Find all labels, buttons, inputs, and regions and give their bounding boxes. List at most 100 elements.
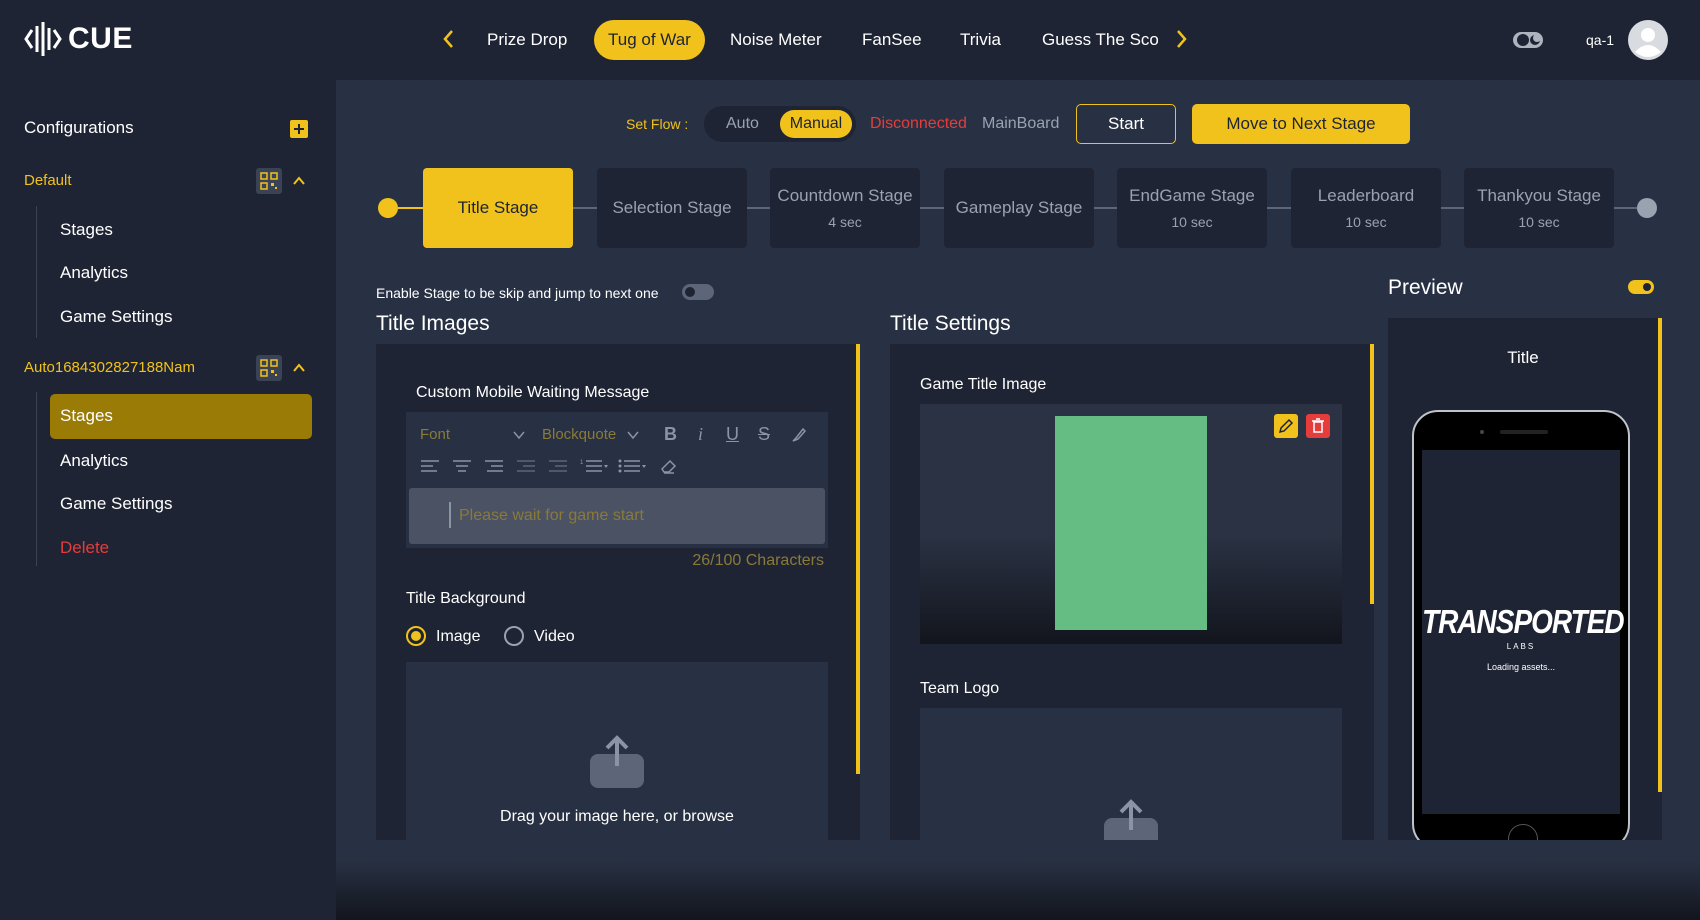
trash-icon xyxy=(1312,418,1324,433)
nav-next-button[interactable] xyxy=(1168,26,1194,52)
stage-name: Countdown Stage xyxy=(777,186,913,205)
skip-stage-label: Enable Stage to be skip and jump to next… xyxy=(376,285,659,301)
move-next-stage-button[interactable]: Move to Next Stage xyxy=(1192,104,1410,144)
underline-icon[interactable]: U xyxy=(726,424,739,445)
panel-scrollbar[interactable] xyxy=(1658,318,1662,792)
phone-home-button xyxy=(1508,824,1538,840)
tab-fansee[interactable]: FanSee xyxy=(862,20,922,60)
stage-selection[interactable]: Selection Stage xyxy=(597,168,747,248)
preview-panel: Title TRANSPORTED LABS Loading assets... xyxy=(1388,318,1662,840)
tree-line xyxy=(36,392,37,566)
radio-image[interactable] xyxy=(406,626,426,646)
stage-leaderboard[interactable]: Leaderboard 10 sec xyxy=(1291,168,1441,248)
sidebar-item-game-settings[interactable]: Game Settings xyxy=(60,307,172,327)
stage-endgame[interactable]: EndGame Stage 10 sec xyxy=(1117,168,1267,248)
sidebar-item-stages[interactable]: Stages xyxy=(60,220,113,240)
app-logo[interactable]: CUE xyxy=(24,20,133,58)
stage-thankyou[interactable]: Thankyou Stage 10 sec xyxy=(1464,168,1614,248)
tab-trivia[interactable]: Trivia xyxy=(960,20,1001,60)
outdent-icon[interactable] xyxy=(516,458,536,474)
bullet-list-icon[interactable] xyxy=(618,458,648,474)
sidebar-item-delete[interactable]: Delete xyxy=(60,538,109,558)
qr-icon xyxy=(256,355,282,381)
sidebar-item-game-settings[interactable]: Game Settings xyxy=(60,494,172,514)
title-settings-panel: Game Title Image Team Logo xyxy=(890,344,1374,840)
flow-manual-option[interactable]: Manual xyxy=(780,110,852,138)
chevron-right-icon xyxy=(1177,30,1187,48)
qr-code-button[interactable] xyxy=(256,355,282,381)
stage-countdown[interactable]: Countdown Stage 4 sec xyxy=(770,168,920,248)
character-count: 26/100 Characters xyxy=(692,552,824,569)
indent-icon[interactable] xyxy=(548,458,568,474)
svg-text:1: 1 xyxy=(580,460,584,466)
radio-image-label: Image xyxy=(436,628,481,645)
sidebar-group-default[interactable]: Default xyxy=(24,172,72,189)
preview-heading: Preview xyxy=(1388,276,1463,299)
strikethrough-icon[interactable]: S xyxy=(758,424,770,445)
panel-scrollbar[interactable] xyxy=(1370,344,1374,604)
title-background-label: Title Background xyxy=(406,590,526,607)
loading-text: Loading assets... xyxy=(1486,662,1556,672)
title-settings-heading: Title Settings xyxy=(890,312,1011,335)
preview-screen-title: Title xyxy=(1507,348,1539,367)
highlighter-icon[interactable] xyxy=(790,426,808,444)
ordered-list-icon[interactable]: 1 xyxy=(580,458,610,474)
stage-title[interactable]: Title Stage xyxy=(423,168,573,248)
tab-noise-meter[interactable]: Noise Meter xyxy=(730,20,822,60)
tab-prize-drop[interactable]: Prize Drop xyxy=(487,20,567,60)
sidebar-item-analytics[interactable]: Analytics xyxy=(60,451,128,471)
preview-toggle[interactable] xyxy=(1628,280,1654,294)
pipeline-end-dot xyxy=(1637,198,1657,218)
panel-scrollbar[interactable] xyxy=(856,344,860,774)
radio-video[interactable] xyxy=(504,626,524,646)
align-center-icon[interactable] xyxy=(452,458,472,474)
phone-camera xyxy=(1480,430,1484,434)
team-logo-dropzone[interactable] xyxy=(920,708,1342,840)
stage-name: Selection Stage xyxy=(612,198,732,217)
theme-toggle[interactable] xyxy=(1512,30,1544,50)
sidebar-title: Configurations xyxy=(24,118,134,137)
pipeline-connector xyxy=(1267,207,1291,209)
collapse-group-button[interactable] xyxy=(290,359,308,377)
align-right-icon[interactable] xyxy=(484,458,504,474)
font-select[interactable]: Font xyxy=(420,426,450,443)
add-configuration-button[interactable] xyxy=(290,120,308,138)
plus-icon xyxy=(294,124,304,134)
sidebar-group-auto[interactable]: Auto1684302827188Nam xyxy=(24,359,195,376)
align-left-icon[interactable] xyxy=(420,458,440,474)
tab-tug-of-war[interactable]: Tug of War xyxy=(594,20,705,60)
sidebar-item-analytics[interactable]: Analytics xyxy=(60,263,128,283)
skip-stage-toggle[interactable] xyxy=(682,284,714,300)
upload-icon xyxy=(1104,799,1158,840)
pipeline-connector xyxy=(398,207,423,209)
eraser-icon[interactable] xyxy=(660,458,678,476)
pipeline-start-dot xyxy=(378,198,398,218)
editor-placeholder: Please wait for game start xyxy=(459,507,644,524)
delete-image-button[interactable] xyxy=(1306,414,1330,438)
collapse-group-button[interactable] xyxy=(290,172,308,190)
waiting-message-label: Custom Mobile Waiting Message xyxy=(416,384,650,401)
format-select[interactable]: Blockquote xyxy=(542,426,616,443)
stage-gameplay[interactable]: Gameplay Stage xyxy=(944,168,1094,248)
set-flow-label: Set Flow : xyxy=(626,116,689,132)
edit-image-button[interactable] xyxy=(1274,414,1298,438)
flow-auto-option[interactable]: Auto xyxy=(726,115,759,133)
bold-icon[interactable]: B xyxy=(664,424,677,445)
user-avatar-icon xyxy=(1628,20,1668,60)
tree-line xyxy=(36,206,37,338)
stage-name: EndGame Stage xyxy=(1129,186,1255,205)
avatar[interactable] xyxy=(1628,20,1668,60)
nav-prev-button[interactable] xyxy=(436,26,462,52)
italic-icon[interactable]: i xyxy=(698,424,703,445)
pipeline-connector xyxy=(1441,207,1464,209)
title-images-heading: Title Images xyxy=(376,312,490,335)
waiting-message-input[interactable]: Please wait for game start xyxy=(409,488,825,544)
qr-code-button[interactable] xyxy=(256,168,282,194)
tab-guess-the-score[interactable]: Guess The Sco xyxy=(1042,20,1158,60)
pipeline-connector xyxy=(573,207,597,209)
background-upload-dropzone[interactable]: Drag your image here, or browse xyxy=(406,662,828,840)
stage-duration: 10 sec xyxy=(1518,214,1560,230)
start-button[interactable]: Start xyxy=(1076,104,1176,144)
sidebar-item-stages-active[interactable]: Stages xyxy=(50,394,312,439)
upload-icon xyxy=(590,735,644,788)
